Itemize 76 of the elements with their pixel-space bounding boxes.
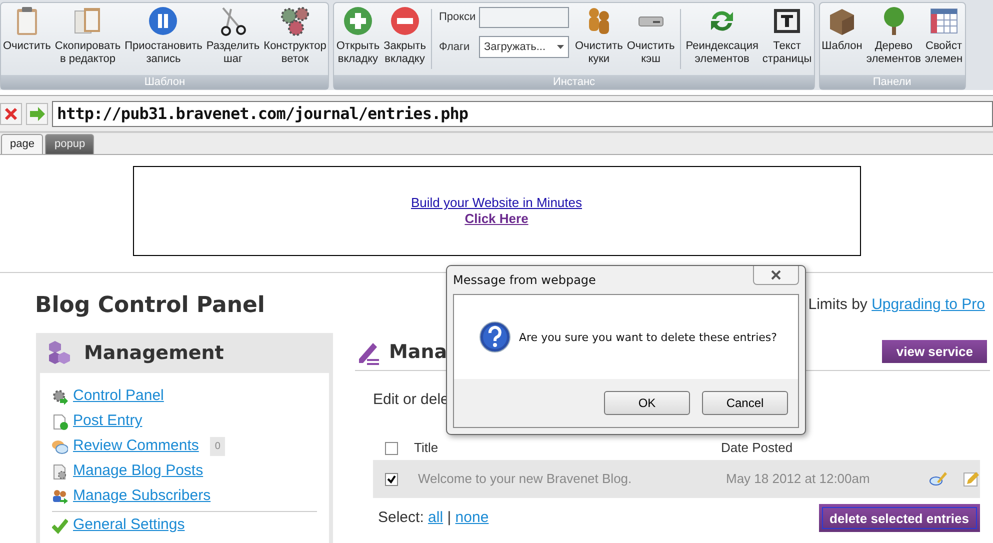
ribbon-button[interactable]: Открыть вкладку	[334, 5, 382, 66]
ribbon-button[interactable]: Реиндексация элементов	[684, 5, 760, 66]
page-icon	[52, 464, 68, 480]
select-label: Select: all | none	[378, 508, 489, 528]
sidebar-link[interactable]: General Settings	[73, 514, 185, 537]
close-icon	[4, 106, 18, 120]
ribbon-button[interactable]: Приостановить запись	[122, 5, 204, 66]
ad-link[interactable]: Click Here	[464, 211, 528, 227]
ribbon-button[interactable]: Скопировать в редактор	[52, 5, 123, 66]
ribbon-button[interactable]: Разделить шаг	[204, 5, 262, 66]
sidebar-link[interactable]: Post Entry	[73, 410, 142, 433]
check-icon	[387, 474, 396, 484]
sidebar-link[interactable]: Manage Blog Posts	[73, 460, 204, 483]
caret-icon	[556, 45, 564, 49]
gear-icon	[52, 388, 68, 404]
tab[interactable]: page	[1, 134, 44, 154]
dialog-message: Are you sure you want to delete these entries?	[519, 330, 777, 344]
dialog-title: Message from webpage	[453, 273, 596, 287]
ribbon-button[interactable]: Текст страницы	[760, 5, 814, 66]
proxy-field[interactable]	[478, 7, 569, 28]
sidebar-link[interactable]: Review Comments	[73, 435, 199, 458]
section-title: Mana	[389, 340, 448, 362]
ribbon-button[interactable]: Очистить	[1, 5, 53, 53]
comments-icon	[52, 438, 68, 454]
count-badge: 0	[210, 437, 226, 456]
sidebar-link[interactable]: Manage Subscribers	[73, 485, 211, 508]
arrow-icon	[29, 106, 45, 120]
dialog-button[interactable]: Cancel	[702, 391, 788, 415]
page-title: Blog Control Panel	[35, 293, 265, 318]
checkbox[interactable]	[385, 442, 398, 454]
check-icon	[52, 518, 68, 534]
column-header: Date Posted	[721, 439, 793, 458]
question-icon	[479, 321, 511, 353]
gears-icon	[279, 5, 312, 37]
checkbox[interactable]	[385, 472, 398, 486]
ribbon-button[interactable]: Закрыть вкладку	[382, 5, 428, 66]
field-label: Флаги	[438, 40, 471, 55]
address-field[interactable]: http://pub31.bravenet.com/journal/entries.php	[52, 100, 993, 126]
page-icon	[52, 414, 68, 430]
ribbon-button[interactable]: Дерево элементов	[864, 5, 923, 66]
ribbon-button[interactable]: Очистить кэш	[624, 5, 677, 66]
ribbon-button[interactable]: Шаблон	[820, 5, 864, 53]
drive-icon	[638, 16, 664, 26]
ribbon-button[interactable]: Свойст элемен	[922, 5, 965, 66]
ad-link[interactable]: Build your Website in Minutes	[410, 195, 582, 211]
table-cell-text: Welcome to your new Bravenet Blog.	[418, 470, 633, 488]
close-icon	[770, 270, 782, 280]
upgrade-note: Limits by Upgrading to Pro	[808, 295, 985, 316]
select-all-link[interactable]: all	[428, 508, 444, 526]
delete-button[interactable]: delete selected entries	[818, 504, 980, 532]
dialog-button[interactable]: OK	[604, 391, 690, 415]
close-button[interactable]	[753, 266, 799, 285]
pause-icon	[147, 5, 180, 37]
tab[interactable]: popup	[45, 134, 94, 154]
upgrade-link[interactable]: Upgrading to Pro	[872, 296, 985, 314]
plus-icon	[342, 5, 374, 37]
flags-dropdown[interactable]: Загружать...	[478, 36, 569, 58]
users-icon	[52, 488, 68, 504]
group-caption: Панели	[820, 75, 965, 89]
sidebar-link[interactable]: Control Panel	[73, 385, 164, 408]
panel-title: Management	[84, 342, 224, 364]
field-label: Прокси	[438, 10, 475, 26]
select-none-link[interactable]: none	[455, 508, 489, 526]
comment-edit-icon	[929, 470, 947, 488]
separator-text: |	[447, 508, 452, 526]
group-caption: Инстанс	[334, 75, 814, 89]
edit-icon	[963, 471, 979, 487]
stop-button[interactable]	[0, 102, 22, 124]
minus-icon	[388, 5, 421, 37]
go-button[interactable]	[26, 102, 48, 124]
ribbon-button[interactable]: Очистить куки	[572, 5, 625, 66]
view-service-button[interactable]: view service	[882, 340, 987, 363]
table-cell-text: May 18 2012 at 12:00am	[726, 470, 871, 488]
ribbon-button[interactable]: Конструктор веток	[262, 5, 328, 66]
group-caption: Шаблон	[1, 75, 328, 89]
column-header: Title	[414, 439, 440, 458]
